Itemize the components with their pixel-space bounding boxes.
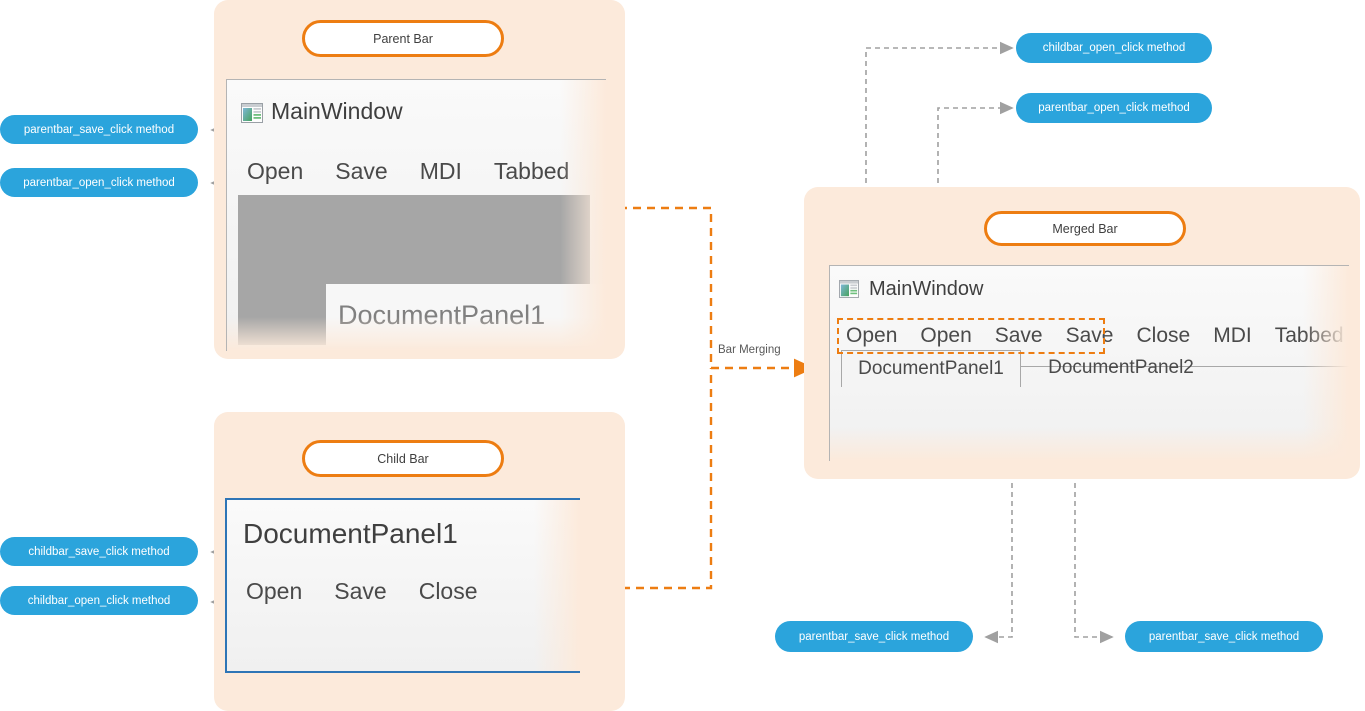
merged-menu-tabbed[interactable]: Tabbed xyxy=(1275,324,1344,348)
callout-merged-save-right[interactable]: parentbar_save_click method xyxy=(1125,621,1323,652)
child-document-window: DocumentPanel1 Open Save Close xyxy=(225,498,580,673)
parent-menubar: Open Save MDI Tabbed xyxy=(247,158,569,185)
parent-bar-badge-label: Parent Bar xyxy=(373,31,433,46)
merged-menu-mdi[interactable]: MDI xyxy=(1213,324,1252,348)
merged-items-highlight xyxy=(837,318,1105,354)
callout-parentbar-save-left[interactable]: parentbar_save_click method xyxy=(0,115,198,144)
tab-documentpanel1-label: DocumentPanel1 xyxy=(858,358,1004,379)
parent-menu-save[interactable]: Save xyxy=(335,158,387,185)
parent-document-panel-overlay: DocumentPanel1 xyxy=(326,284,606,346)
bar-merging-text: Bar Merging xyxy=(718,344,781,356)
merged-bar-badge-label: Merged Bar xyxy=(1052,221,1118,236)
diagram-canvas: Parent Bar MainWindow Open Save MDI Tabb… xyxy=(0,0,1365,711)
callout-merged-open-child-label: childbar_open_click method xyxy=(1042,42,1186,54)
parent-window-title: MainWindow xyxy=(271,98,403,124)
child-window-titlebar: DocumentPanel1 xyxy=(243,518,458,550)
callout-childbar-save-left[interactable]: childbar_save_click method xyxy=(0,537,198,566)
child-menu-open[interactable]: Open xyxy=(246,578,302,605)
tab-documentpanel1[interactable]: DocumentPanel1 xyxy=(841,350,1021,387)
callout-childbar-open-left[interactable]: childbar_open_click method xyxy=(0,586,198,615)
callout-merged-save-left[interactable]: parentbar_save_click method xyxy=(775,621,973,652)
window-app-icon xyxy=(839,279,861,300)
callout-parentbar-save-left-label: parentbar_save_click method xyxy=(23,123,175,136)
callout-merged-open-parent-label: parentbar_open_click method xyxy=(1038,102,1190,114)
merged-main-window: MainWindow Open Open Save Save Close MDI… xyxy=(829,265,1349,461)
merged-menu-close[interactable]: Close xyxy=(1137,324,1191,348)
merged-window-bottom-fade xyxy=(830,427,1349,461)
child-window-right-fade xyxy=(534,500,580,671)
tab-documentpanel2[interactable]: DocumentPanel2 xyxy=(1026,350,1216,386)
parent-bar-badge: Parent Bar xyxy=(302,20,504,57)
parent-main-window: MainWindow Open Save MDI Tabbed Document… xyxy=(226,79,606,351)
child-window-title: DocumentPanel1 xyxy=(243,518,458,549)
child-bar-badge-label: Child Bar xyxy=(377,451,429,466)
merged-window-title: MainWindow xyxy=(869,278,984,300)
callout-merged-save-left-label: parentbar_save_click method xyxy=(798,630,950,643)
merged-bar-badge: Merged Bar xyxy=(984,211,1186,246)
window-app-icon xyxy=(241,102,263,123)
parent-menu-open[interactable]: Open xyxy=(247,158,303,185)
callout-merged-save-right-label: parentbar_save_click method xyxy=(1148,630,1300,643)
callout-merged-open-child[interactable]: childbar_open_click method xyxy=(1016,33,1212,63)
callout-childbar-save-left-label: childbar_save_click method xyxy=(28,545,170,558)
merged-window-right-fade xyxy=(1303,266,1349,461)
child-bar-badge: Child Bar xyxy=(302,440,504,477)
tab-documentpanel2-label: DocumentPanel2 xyxy=(1048,357,1194,378)
merged-window-titlebar: MainWindow xyxy=(839,278,983,301)
parent-menu-mdi[interactable]: MDI xyxy=(420,158,462,185)
callout-merged-open-parent[interactable]: parentbar_open_click method xyxy=(1016,93,1212,123)
child-menubar: Open Save Close xyxy=(246,578,478,605)
child-menu-close[interactable]: Close xyxy=(419,578,478,605)
parent-document-panel-label: DocumentPanel1 xyxy=(338,299,546,330)
child-menu-save[interactable]: Save xyxy=(334,578,386,605)
parent-menu-tabbed[interactable]: Tabbed xyxy=(494,158,569,185)
bar-merging-label: Bar Merging xyxy=(718,344,781,356)
callout-childbar-open-left-label: childbar_open_click method xyxy=(27,594,171,607)
callout-parentbar-open-left[interactable]: parentbar_open_click method xyxy=(0,168,198,197)
parent-window-titlebar: MainWindow xyxy=(241,98,403,125)
callout-parentbar-open-left-label: parentbar_open_click method xyxy=(23,176,175,189)
